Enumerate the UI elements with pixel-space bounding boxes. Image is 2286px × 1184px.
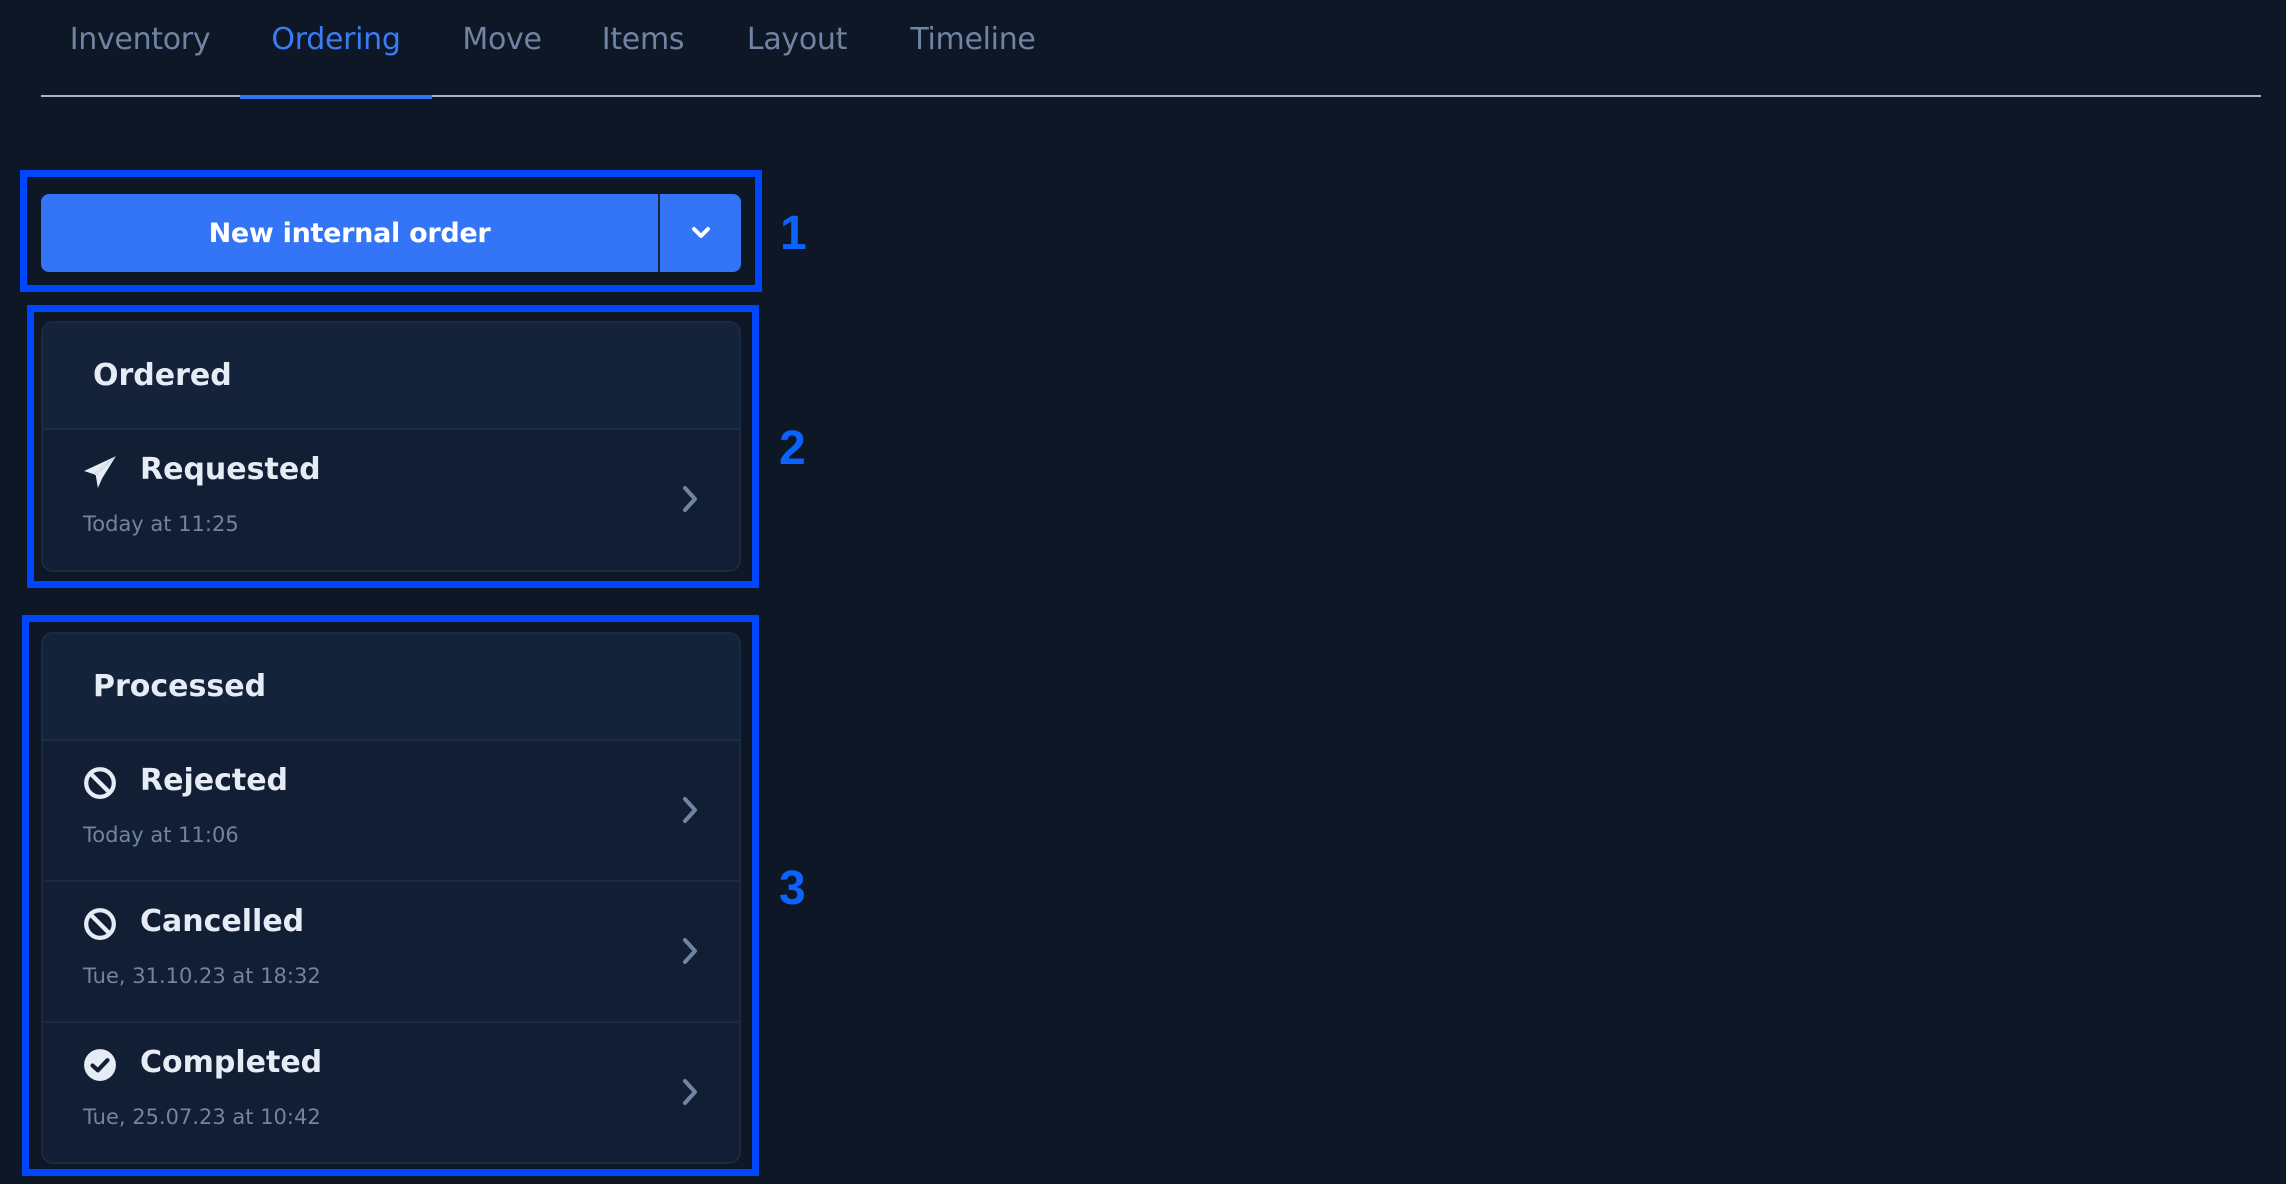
tab-bar: Inventory Ordering Move Items Layout Tim…	[41, 0, 2261, 99]
tab-ordering[interactable]: Ordering	[240, 18, 432, 99]
annotation-label-2: 2	[779, 422, 806, 475]
chevron-right-icon	[683, 938, 697, 964]
annotation-label-1: 1	[780, 207, 807, 260]
order-status-date: Today at 11:06	[83, 823, 239, 847]
order-status-title: Requested	[140, 452, 321, 487]
order-status-title: Rejected	[140, 763, 289, 798]
tab-label: Move	[462, 22, 542, 57]
order-status-date: Tue, 25.07.23 at 10:42	[83, 1105, 321, 1129]
ban-icon	[84, 908, 116, 940]
new-order-dropdown-toggle[interactable]	[660, 194, 741, 272]
chevron-down-icon	[691, 227, 710, 238]
ban-icon	[84, 767, 116, 799]
order-row-requested[interactable]: Requested Today at 11:25	[43, 430, 739, 570]
order-status-date: Tue, 31.10.23 at 18:32	[83, 964, 321, 988]
tab-items[interactable]: Items	[601, 18, 685, 97]
new-internal-order-split-button: New internal order	[41, 194, 741, 272]
tab-label: Inventory	[69, 22, 211, 57]
processed-section: Processed Rejected Today at 11:06 Cancel…	[41, 632, 741, 1164]
section-title-processed: Processed	[43, 634, 739, 741]
order-row-cancelled[interactable]: Cancelled Tue, 31.10.23 at 18:32	[43, 882, 739, 1023]
check-circle-icon	[84, 1049, 116, 1081]
order-status-date: Today at 11:25	[83, 512, 239, 536]
order-row-completed[interactable]: Completed Tue, 25.07.23 at 10:42	[43, 1023, 739, 1162]
tab-inventory[interactable]: Inventory	[70, 18, 211, 97]
chevron-right-icon	[683, 1079, 697, 1105]
tab-label: Items	[601, 22, 685, 57]
tab-label: Ordering	[271, 22, 401, 57]
section-title-ordered: Ordered	[43, 323, 739, 430]
new-internal-order-button[interactable]: New internal order	[41, 194, 660, 272]
tab-label: Timeline	[910, 22, 1036, 57]
tab-timeline[interactable]: Timeline	[908, 18, 1038, 97]
chevron-right-icon	[683, 486, 697, 512]
tab-label: Layout	[746, 22, 848, 57]
chevron-right-icon	[683, 797, 697, 823]
tab-move[interactable]: Move	[461, 18, 543, 97]
order-status-title: Cancelled	[140, 904, 305, 939]
tab-layout[interactable]: Layout	[746, 18, 848, 97]
annotation-label-3: 3	[779, 862, 806, 915]
order-status-title: Completed	[140, 1045, 323, 1080]
paper-plane-icon	[84, 456, 116, 488]
order-row-rejected[interactable]: Rejected Today at 11:06	[43, 741, 739, 882]
ordered-section: Ordered Requested Today at 11:25	[41, 321, 741, 572]
